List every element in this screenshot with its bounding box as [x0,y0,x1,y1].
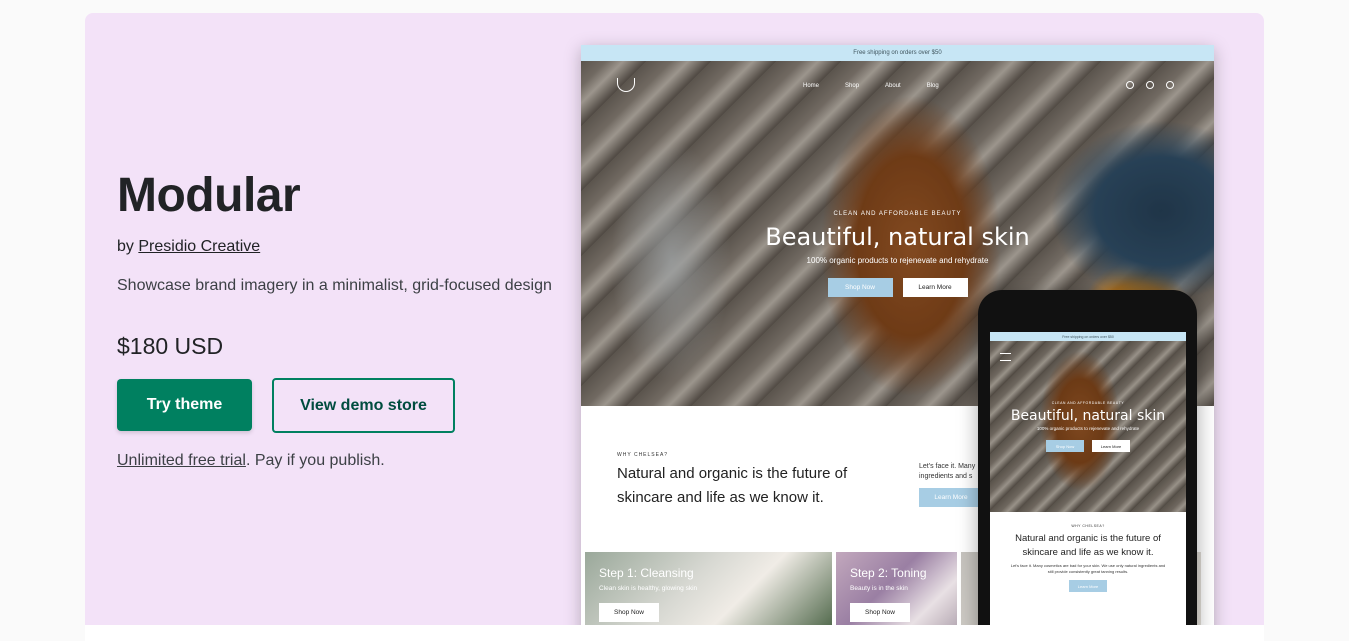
mobile-preview[interactable]: Free shipping on orders over $50 CLEAN A… [978,290,1197,641]
cart-icon [1166,81,1174,89]
view-demo-store-button[interactable]: View demo store [272,378,455,433]
theme-byline: by Presidio Creative [117,238,577,256]
nav-link-blog: Blog [926,83,939,89]
trial-suffix: . Pay if you publish. [245,452,385,469]
theme-card: Modular by Presidio Creative Showcase br… [85,13,1264,641]
search-icon [1146,81,1154,89]
hamburger-menu-icon [1000,353,1011,361]
mobile-screen: Free shipping on orders over $50 CLEAN A… [990,332,1186,641]
unlimited-free-trial-link[interactable]: Unlimited free trial [117,452,246,469]
mobile-learn-more-button: Learn More [1092,440,1130,452]
theme-price: $180 USD [117,333,224,359]
store-logo-icon [617,78,635,92]
mobile-hero-buttons: Shop Now Learn More [990,440,1186,452]
account-icon [1126,81,1134,89]
hero-subtitle: 100% organic products to rejenevate and … [806,256,989,265]
desktop-nav-links: Home Shop About Blog [803,83,939,89]
mobile-announcement-bar: Free shipping on orders over $50 [990,332,1186,341]
mobile-why-learn-more-button: Learn More [1069,580,1107,592]
step-subtitle: Clean skin is healthy, glowing skin [599,585,698,592]
why-kicker: WHY CHELSEA? [617,452,669,458]
desktop-nav: Home Shop About Blog [581,78,1214,99]
mobile-why-kicker: WHY CHELSEA? [1071,524,1105,528]
page-bottom-strip [85,625,1264,641]
desktop-hero-text: CLEAN AND AFFORDABLE BEAUTY Beautiful, n… [581,211,1214,297]
hero-kicker: CLEAN AND AFFORDABLE BEAUTY [833,211,962,217]
action-buttons: Try theme View demo store [117,378,577,433]
nav-link-home: Home [803,83,820,89]
author-link[interactable]: Presidio Creative [138,238,260,255]
by-prefix: by [117,238,134,255]
hero-title: Beautiful, natural skin [765,223,1030,251]
desktop-nav-icons [1126,81,1174,89]
step-subtitle: Beauty is in the skin [850,585,908,592]
step-shop-now-button: Shop Now [599,603,659,622]
theme-info: Modular by Presidio Creative Showcase br… [117,168,577,470]
why-heading: Natural and organic is the future of ski… [617,465,848,506]
hero-learn-more-button: Learn More [902,278,968,297]
mobile-hero-text: CLEAN AND AFFORDABLE BEAUTY Beautiful, n… [990,401,1186,452]
mobile-why-section: WHY CHELSEA? Natural and organic is the … [990,512,1186,592]
mobile-why-heading: Natural and organic is the future of ski… [1015,533,1161,558]
theme-title: Modular [117,169,301,222]
step-title: Step 1: Cleansing [599,566,694,580]
desktop-announcement-bar: Free shipping on orders over $50 [581,45,1214,61]
mobile-hero-image: CLEAN AND AFFORDABLE BEAUTY Beautiful, n… [990,341,1186,512]
mobile-why-body: Let's face it. Many cosmetics are bad fo… [1010,563,1166,574]
nav-link-shop: Shop [845,83,860,89]
hero-shop-now-button: Shop Now [827,278,893,297]
mobile-hero-title: Beautiful, natural skin [1010,408,1166,424]
why-learn-more-button: Learn More [919,488,983,507]
mobile-shop-now-button: Shop Now [1046,440,1084,452]
nav-link-about: About [885,83,901,89]
mobile-hero-subtitle: 100% organic products to rejenevate and … [1036,426,1140,431]
mobile-hero-kicker: CLEAN AND AFFORDABLE BEAUTY [1051,401,1125,405]
try-theme-button[interactable]: Try theme [117,379,252,431]
step-title: Step 2: Toning [850,566,927,580]
trial-text: Unlimited free trial. Pay if you publish… [117,452,577,470]
step-shop-now-button: Shop Now [850,603,910,622]
theme-description: Showcase brand imagery in a minimalist, … [117,277,552,294]
